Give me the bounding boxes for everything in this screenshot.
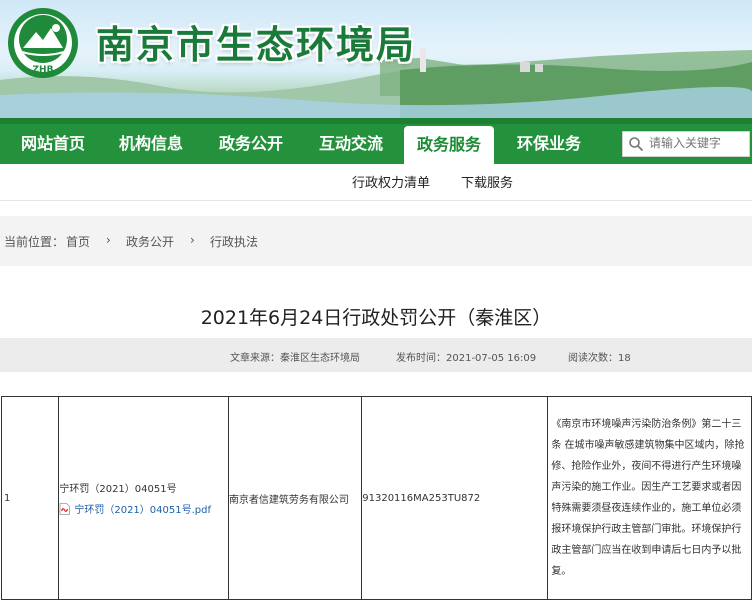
attachment-link[interactable]: 宁环罚（2021）04051号.pdf — [59, 501, 228, 516]
row-index: 1 — [0, 396, 60, 600]
article-title: 2021年6月24日行政处罚公开（秦淮区） — [200, 307, 552, 329]
case-number: 宁环罚（2021）04051号 — [59, 484, 177, 495]
legal-basis-cell: 《南京市环境噪声污染防治条例》第二十三条 在城市噪声敏感建筑物集中区域内，除抢修… — [547, 396, 752, 600]
nav-item-env-business[interactable]: 环保业务 — [504, 124, 594, 164]
breadcrumb: 当前位置： 首页 › 政务公开 › 行政执法 — [0, 216, 752, 266]
nav-item-gov-service[interactable]: 政务服务 — [404, 126, 494, 164]
article-published: 发布时间：2021-07-05 16:09 — [396, 353, 537, 364]
pdf-icon — [59, 502, 71, 515]
nav-item-gov-open[interactable]: 政务公开 — [206, 124, 296, 164]
site-banner: ZHB 南京市生态环境局 — [0, 0, 752, 118]
breadcrumb-sep: › — [190, 233, 195, 247]
zhb-logo: ZHB — [8, 8, 78, 78]
breadcrumb-home[interactable]: 首页 — [66, 233, 90, 250]
search-icon[interactable] — [628, 136, 644, 152]
article-source: 文章来源：秦淮区生态环境局 — [230, 353, 360, 364]
subnav-item-power-list[interactable]: 行政权力清单 — [352, 172, 430, 191]
attachment-name[interactable]: 宁环罚（2021）04051号.pdf — [74, 501, 211, 516]
subnav-item-download[interactable]: 下载服务 — [461, 172, 513, 191]
sub-nav: 行政权力清单 下载服务 — [0, 164, 752, 201]
breadcrumb-enforcement[interactable]: 行政执法 — [210, 233, 258, 250]
nav-item-home[interactable]: 网站首页 — [8, 124, 98, 164]
search-input[interactable] — [649, 132, 745, 154]
logo-text: ZHB — [33, 65, 54, 75]
credit-code-cell: 91320116MA253TU872 — [361, 396, 549, 600]
article-views: 阅读次数：18 — [568, 353, 631, 364]
table-row: 1 宁环罚（2021）04051号 宁环罚（2021）04051号.pdf 南京… — [0, 396, 752, 600]
penalty-table: 1 宁环罚（2021）04051号 宁环罚（2021）04051号.pdf 南京… — [0, 396, 752, 600]
article-meta: 文章来源：秦淮区生态环境局 发布时间：2021-07-05 16:09 阅读次数… — [0, 338, 752, 372]
breadcrumb-gov-open[interactable]: 政务公开 — [126, 233, 174, 250]
site-title: 南京市生态环境局 — [96, 22, 417, 67]
search-box — [622, 131, 750, 157]
company-cell: 南京者信建筑劳务有限公司 — [227, 396, 363, 600]
case-cell: 宁环罚（2021）04051号 宁环罚（2021）04051号.pdf — [58, 396, 229, 600]
breadcrumb-sep: › — [106, 233, 111, 247]
breadcrumb-prefix: 当前位置： — [4, 235, 65, 249]
nav-item-interaction[interactable]: 互动交流 — [306, 124, 396, 164]
nav-item-org-info[interactable]: 机构信息 — [106, 124, 196, 164]
